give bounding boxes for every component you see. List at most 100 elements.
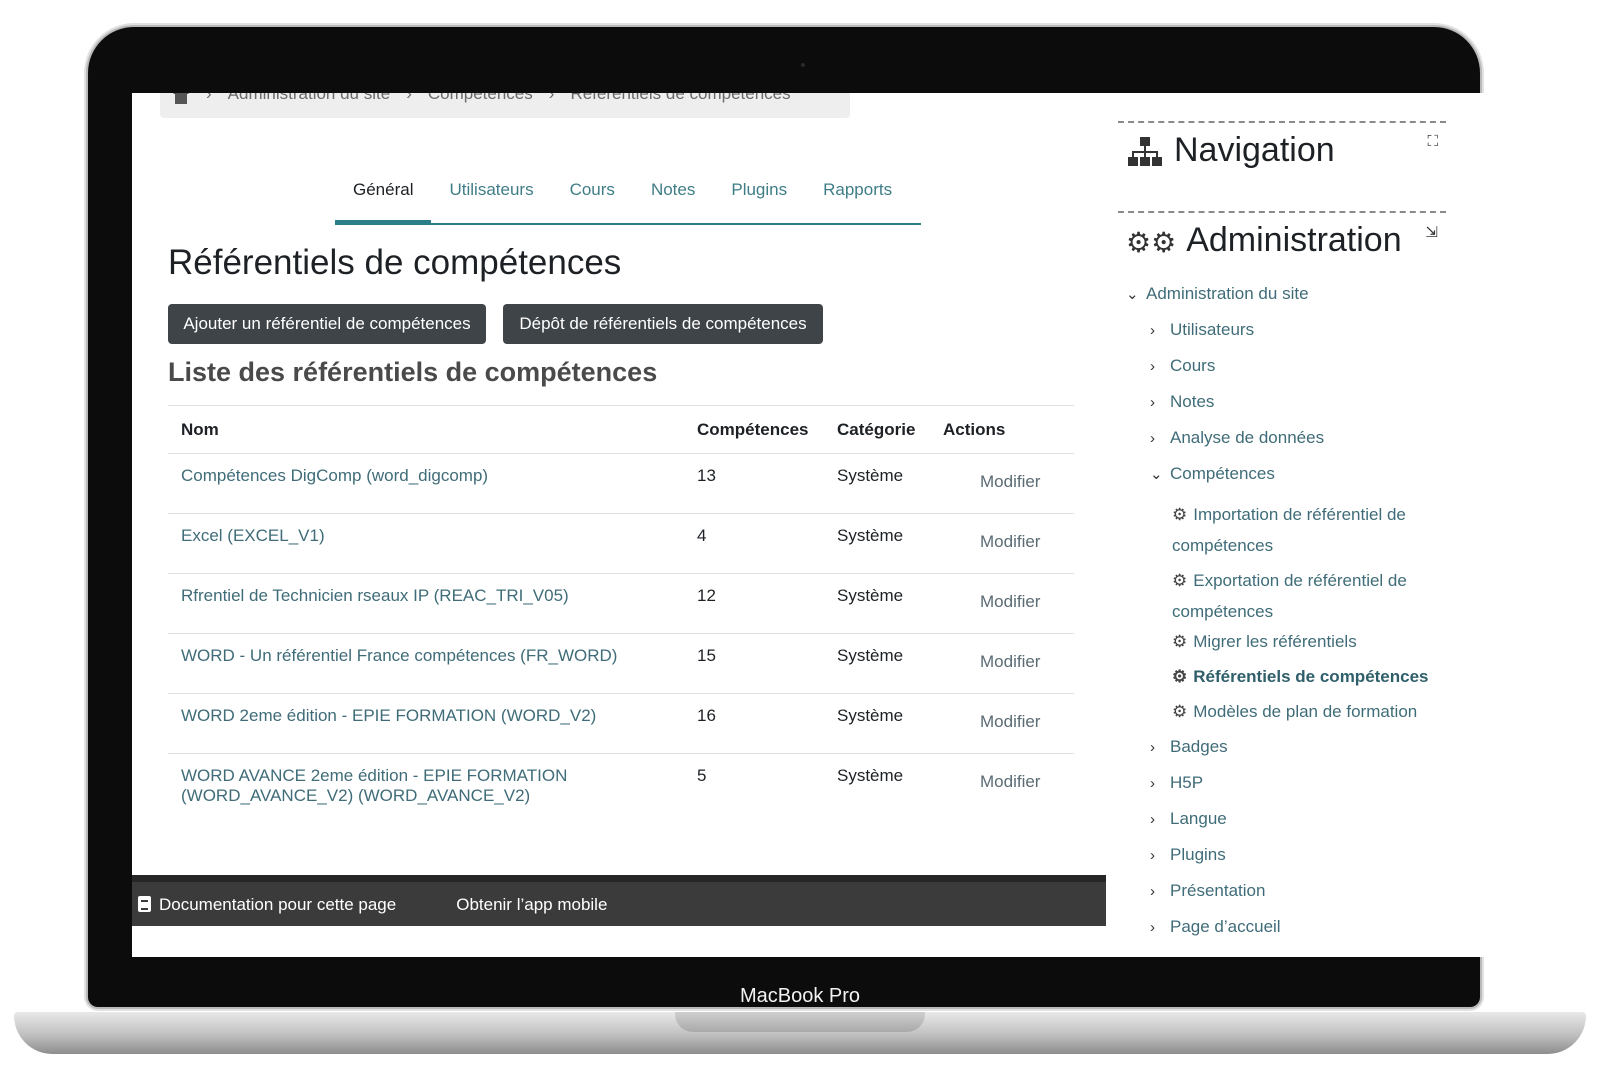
administration-block: ⚙⚙ Administration ⇲: [1118, 211, 1446, 283]
table-row: Excel (EXCEL_V1) 4 Système Modifier: [168, 513, 1074, 574]
table-row: Rfrentiel de Technicien rseaux IP (REAC_…: [168, 573, 1074, 634]
sitemap-icon: [1128, 137, 1162, 167]
column-header-categorie: Catégorie: [824, 405, 930, 454]
breadcrumb-item[interactable]: Compétences: [428, 93, 533, 104]
chevron-right-icon: ›: [1150, 775, 1155, 792]
tree-item-label: Page d’accueil: [1170, 917, 1281, 936]
chevron-down-icon: ⌄: [1126, 286, 1139, 303]
competency-count: 15: [684, 633, 824, 694]
tree-item-label: Modèles de plan de formation: [1193, 702, 1418, 721]
tree-item-h5p[interactable]: › H5P: [1126, 772, 1446, 795]
table-row: WORD AVANCE 2eme édition - EPIE FORMATIO…: [168, 754, 1074, 814]
admin-tree: ⌄ Administration du site › Utilisateurs › C…: [1126, 283, 1446, 952]
tree-item-notes[interactable]: › Notes: [1126, 391, 1446, 414]
table-row: WORD 2eme édition - EPIE FORMATION (WORD…: [168, 693, 1074, 754]
breadcrumb-item[interactable]: Administration du site: [228, 93, 391, 104]
competency-count: 4: [684, 513, 824, 574]
tree-item-cours[interactable]: › Cours: [1126, 355, 1446, 378]
collapse-icon[interactable]: ⇲: [1425, 223, 1438, 241]
document-icon: [138, 896, 151, 912]
navigation-block-title: Navigation: [1126, 131, 1335, 170]
breadcrumb-separator: ›: [206, 93, 212, 103]
competency-count: 5: [697, 766, 707, 785]
upload-framework-button[interactable]: Dépôt de référentiels de compétences: [503, 304, 823, 344]
table-row: Compétences DigComp (word_digcomp) 13 Sy…: [168, 453, 1074, 514]
tree-item-label: Cours: [1170, 356, 1216, 375]
tree-item-administration-du-site[interactable]: ⌄ Administration du site: [1126, 283, 1446, 306]
tree-item-migrer[interactable]: ⚙ Migrer les référentiels: [1126, 631, 1446, 653]
edit-menu-link[interactable]: Modifier: [930, 754, 1074, 814]
tree-item-langue[interactable]: › Langue: [1126, 808, 1446, 831]
gear-icon: ⚙: [1172, 702, 1188, 721]
home-icon[interactable]: [172, 93, 190, 104]
navigation-block: Navigation ⛶: [1118, 121, 1446, 193]
tree-item-utilisateurs[interactable]: › Utilisateurs: [1126, 319, 1446, 342]
chevron-right-icon: ›: [1150, 430, 1155, 447]
tab-rapports[interactable]: Rapports: [805, 177, 910, 223]
tab-cours[interactable]: Cours: [552, 177, 633, 223]
tree-item-page-accueil[interactable]: › Page d’accueil: [1126, 916, 1446, 939]
chevron-down-icon: ⌄: [1150, 466, 1163, 483]
tree-item-label: Présentation: [1170, 881, 1266, 900]
breadcrumb-separator: ›: [548, 93, 555, 103]
competency-count: 12: [684, 573, 824, 634]
tree-item-importation[interactable]: ⚙ Importation de référentiel de compétenc…: [1126, 499, 1432, 561]
column-header-nom: Nom: [168, 405, 684, 454]
chevron-right-icon: ›: [1150, 322, 1155, 339]
camera-dot: [801, 63, 805, 67]
mobile-app-link[interactable]: Obtenir l’app mobile: [456, 895, 607, 915]
administration-block-title: ⚙⚙ Administration: [1126, 221, 1402, 260]
tree-item-label: Migrer les référentiels: [1193, 632, 1357, 651]
competency-count: 13: [684, 453, 824, 514]
category-cell: Système: [824, 633, 930, 694]
tree-item-referentiels-active[interactable]: ⚙ Référentiels de compétences: [1126, 666, 1446, 688]
edit-menu-link[interactable]: Modifier: [930, 693, 1074, 754]
tab-notes[interactable]: Notes: [633, 177, 713, 223]
tree-item-competences[interactable]: ⌄ Compétences: [1126, 463, 1446, 486]
tab-plugins[interactable]: Plugins: [713, 177, 805, 223]
edit-menu-link[interactable]: Modifier: [930, 633, 1074, 694]
frameworks-table: Nom Compétences Catégorie Actions Compét…: [168, 405, 1074, 814]
framework-name-link[interactable]: Compétences DigComp (word_digcomp): [168, 453, 684, 514]
breadcrumb: › Administration du site › Compétences ›…: [160, 93, 850, 118]
page-title: Référentiels de compétences: [168, 243, 622, 282]
tab-general[interactable]: Général: [335, 177, 432, 223]
edit-menu-link[interactable]: Modifier: [930, 573, 1074, 634]
edit-menu-link[interactable]: Modifier: [930, 453, 1074, 514]
chevron-right-icon: ›: [1150, 847, 1155, 864]
gear-icon: ⚙: [1172, 667, 1188, 686]
expand-icon[interactable]: ⛶: [1427, 133, 1438, 150]
tree-item-label: Langue: [1170, 809, 1227, 828]
gear-icon: ⚙: [1172, 571, 1188, 590]
framework-name-link[interactable]: WORD - Un référentiel France compétences…: [168, 633, 684, 694]
gear-icon: ⚙: [1172, 505, 1188, 524]
framework-name-link[interactable]: WORD AVANCE 2eme édition - EPIE FORMATIO…: [168, 754, 684, 814]
tree-item-modeles[interactable]: ⚙ Modèles de plan de formation: [1126, 701, 1446, 723]
add-framework-button[interactable]: Ajouter un référentiel de compétences: [168, 304, 486, 344]
framework-name-link[interactable]: WORD 2eme édition - EPIE FORMATION (WORD…: [168, 693, 684, 754]
framework-name-link[interactable]: Excel (EXCEL_V1): [168, 513, 684, 574]
tree-item-badges[interactable]: › Badges: [1126, 736, 1446, 759]
documentation-link-label: Documentation pour cette page: [159, 895, 397, 914]
tree-item-label: Importation de référentiel de compétence…: [1172, 505, 1406, 555]
chevron-right-icon: ›: [1150, 883, 1155, 900]
breadcrumb-item[interactable]: Référentiels de compétences: [570, 93, 790, 104]
tree-item-label: Référentiels de compétences: [1193, 667, 1429, 686]
tree-item-analyse-de-donnees[interactable]: › Analyse de données: [1126, 427, 1446, 450]
page-footer: Documentation pour cette page Obtenir l’…: [132, 875, 1106, 926]
tree-item-presentation[interactable]: › Présentation: [1126, 880, 1446, 903]
tab-utilisateurs[interactable]: Utilisateurs: [431, 177, 551, 223]
edit-menu-link[interactable]: Modifier: [930, 513, 1074, 574]
framework-name-link[interactable]: Rfrentiel de Technicien rseaux IP (REAC_…: [168, 573, 684, 634]
table-header-row: Nom Compétences Catégorie Actions: [168, 405, 1074, 454]
tree-item-label: Compétences: [1170, 464, 1275, 483]
category-cell: Système: [824, 513, 930, 574]
documentation-link[interactable]: Documentation pour cette page: [138, 895, 396, 915]
tree-item-exportation[interactable]: ⚙ Exportation de référentiel de compétenc…: [1126, 565, 1432, 627]
tree-item-label: Badges: [1170, 737, 1228, 756]
navigation-title-text: Navigation: [1174, 131, 1335, 169]
tree-item-label: Notes: [1170, 392, 1215, 411]
browser-screen: › Administration du site › Compétences ›…: [132, 93, 1484, 957]
table-row: WORD - Un référentiel France compétences…: [168, 633, 1074, 694]
tree-item-plugins[interactable]: › Plugins: [1126, 844, 1446, 867]
